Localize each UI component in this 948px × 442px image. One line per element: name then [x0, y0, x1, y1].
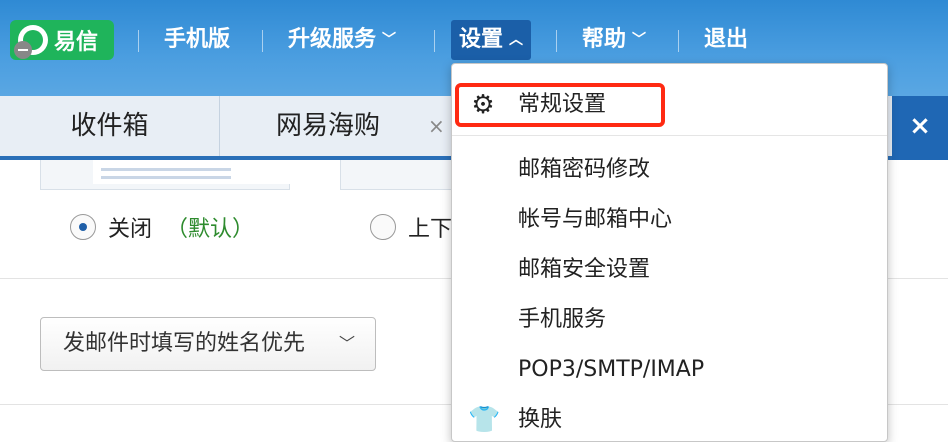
menu-item-label: POP3/SMTP/IMAP — [518, 357, 705, 382]
yixin-button[interactable]: 易信 — [10, 20, 114, 60]
menu-item-password[interactable]: 邮箱密码修改 — [452, 148, 889, 192]
tab-inbox[interactable]: 收件箱 — [0, 96, 220, 156]
menu-item-label: 手机服务 — [518, 307, 607, 332]
chevron-down-icon: ﹀ — [338, 334, 355, 353]
nav-separator — [434, 30, 435, 52]
nav-separator — [556, 30, 557, 52]
close-tab-button[interactable]: × — [892, 96, 948, 160]
help-menu[interactable]: 帮助 ﹀ — [582, 20, 646, 60]
menu-item-label: 邮箱安全设置 — [518, 257, 651, 282]
upgrade-service-menu[interactable]: 升级服务 ﹀ — [288, 20, 396, 60]
nav-separator — [678, 30, 679, 52]
divider — [452, 135, 887, 136]
menu-item-label: 换肤 — [518, 407, 563, 432]
menu-item-general-settings[interactable]: ⚙ 常规设置 — [452, 83, 889, 127]
layout-preview-thumbnail — [40, 160, 291, 190]
chevron-down-icon: ﹀ — [632, 32, 647, 48]
settings-label: 设置 — [459, 27, 504, 52]
menu-item-label: 邮箱密码修改 — [518, 157, 651, 182]
logout-link[interactable]: 退出 — [704, 20, 748, 60]
chevron-up-icon: ︿ — [509, 32, 524, 48]
radio-option-updown[interactable]: 上下 — [370, 212, 452, 242]
sender-name-select[interactable]: 发邮件时填写的姓名优先 ﹀ — [40, 317, 376, 371]
menu-item-account-center[interactable]: 帐号与邮箱中心 — [452, 198, 889, 242]
layout-preview-thumbnail — [340, 160, 460, 190]
menu-item-security[interactable]: 邮箱安全设置 — [452, 248, 889, 292]
menu-item-pop3-smtp-imap[interactable]: POP3/SMTP/IMAP — [452, 348, 889, 392]
default-tag: （默认） — [166, 217, 255, 242]
menu-item-mobile-service[interactable]: 手机服务 — [452, 298, 889, 342]
nav-separator — [262, 30, 263, 52]
settings-dropdown-menu: ⚙ 常规设置 邮箱密码修改 帐号与邮箱中心 邮箱安全设置 手机服务 POP3/S… — [451, 63, 888, 442]
gear-icon: ⚙ — [471, 90, 495, 120]
settings-menu[interactable]: 设置 ︿ — [451, 20, 532, 60]
nav-separator — [138, 30, 139, 52]
menu-item-skin[interactable]: 👕 换肤 — [452, 398, 889, 442]
tab-netease-shop[interactable]: 网易海购 — [220, 96, 460, 156]
upgrade-service-label: 升级服务 — [288, 27, 377, 52]
tshirt-icon: 👕 — [468, 405, 501, 435]
radio-label: 上下 — [408, 217, 453, 242]
close-icon[interactable]: × — [428, 114, 445, 138]
menu-item-label: 帐号与邮箱中心 — [518, 207, 673, 232]
mobile-version-link[interactable]: 手机版 — [164, 20, 230, 60]
help-label: 帮助 — [582, 27, 627, 52]
radio-label: 关闭 — [108, 217, 153, 242]
yixin-label: 易信 — [54, 30, 99, 55]
chevron-down-icon: ﹀ — [382, 32, 397, 48]
menu-item-label: 常规设置 — [518, 92, 607, 117]
yixin-logo-icon — [14, 25, 48, 59]
select-value: 发邮件时填写的姓名优先 — [63, 331, 306, 356]
radio-button[interactable] — [370, 214, 396, 240]
radio-button[interactable] — [70, 214, 96, 240]
radio-option-off[interactable]: 关闭 （默认） — [70, 212, 254, 242]
